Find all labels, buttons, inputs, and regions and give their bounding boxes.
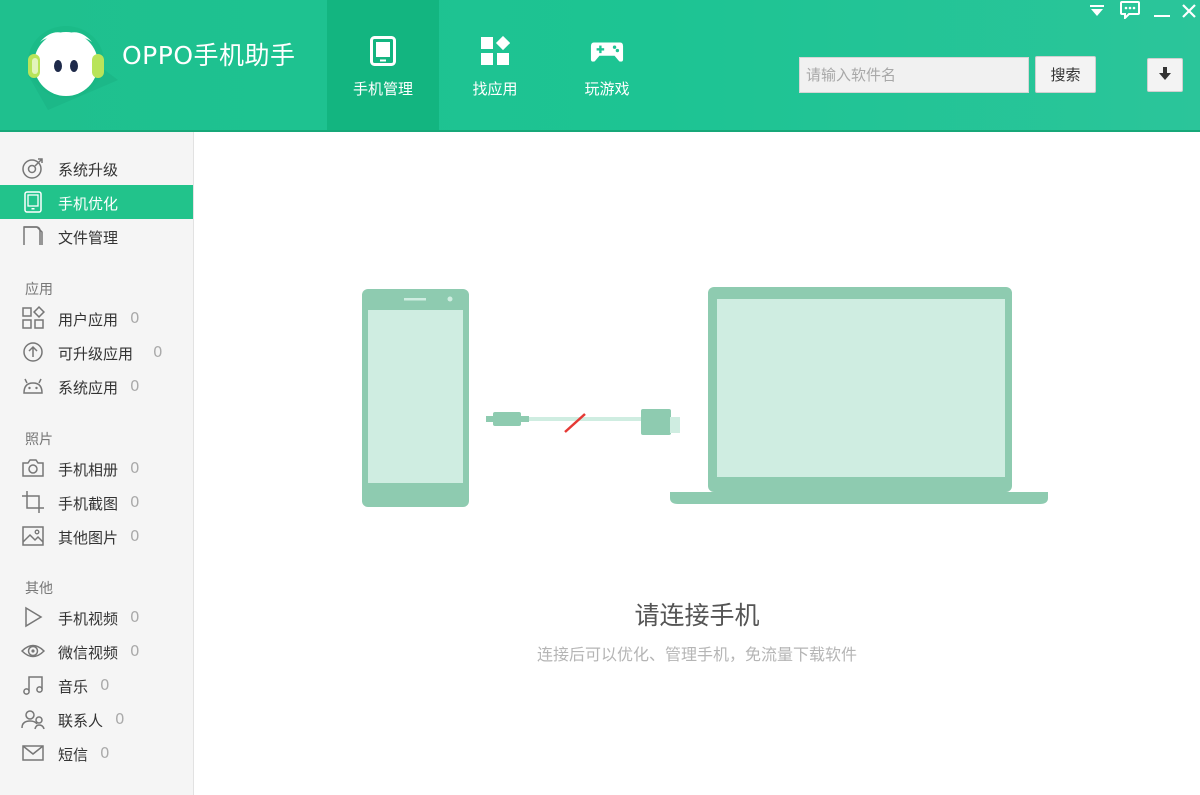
apps-grid-icon [478,34,512,68]
phone-illustration [362,289,469,507]
item-count: 0 [130,527,140,545]
sidebar-item-label: 可升级应用 [58,345,134,363]
cable-illustration [486,409,680,435]
item-count: 0 [130,459,140,477]
sidebar-item-user-apps[interactable]: 用户应用 0 [0,301,193,335]
sidebar-item-system-apps[interactable]: 系统应用 0 [0,369,193,403]
dropdown-menu-icon [1090,3,1104,22]
laptop-illustration [670,287,1048,504]
close-button[interactable] [1178,2,1200,22]
dropdown-menu-button[interactable] [1086,2,1108,22]
sidebar: 系统升级 手机优化 文件管理 应用 用户应用 0 可升级应用 0 系统应用 0 … [0,132,194,795]
sidebar-item-screenshots[interactable]: 手机截图 0 [0,485,193,519]
sidebar-item-phone-album[interactable]: 手机相册 0 [0,451,193,485]
user-apps-icon [21,306,45,330]
item-count: 0 [130,377,140,395]
eye-icon [21,639,45,663]
sidebar-item-label: 文件管理 [58,229,119,247]
item-count: 0 [130,309,140,327]
minimize-icon [1154,3,1170,22]
section-title-apps: 应用 [25,282,53,298]
tab-label: 玩游戏 [584,80,630,98]
sidebar-item-label: 系统应用 [58,379,119,397]
download-button[interactable] [1147,58,1183,92]
item-count: 0 [130,493,140,511]
crop-icon [21,490,45,514]
sidebar-item-label: 系统升级 [58,161,119,179]
sidebar-item-label: 其他图片 [58,529,119,547]
app-logo [18,20,118,110]
search-input[interactable] [799,57,1029,93]
sidebar-item-upgradable-apps[interactable]: 可升级应用 0 [0,335,193,369]
tab-phone-manage[interactable]: 手机管理 [327,0,439,130]
music-icon [21,673,45,697]
tab-label: 手机管理 [352,80,413,98]
sidebar-item-phone-optimize[interactable]: 手机优化 [0,185,193,219]
tab-label: 找应用 [472,80,518,98]
android-icon [21,374,45,398]
item-count: 0 [130,608,140,626]
item-count: 0 [153,343,163,361]
sidebar-item-sms[interactable]: 短信 0 [0,736,193,770]
connect-phone-subtitle: 连接后可以优化、管理手机，免流量下载软件 [536,645,857,664]
sidebar-item-file-manage[interactable]: 文件管理 [0,219,193,253]
minimize-button[interactable] [1151,2,1173,22]
tab-find-apps[interactable]: 找应用 [439,0,551,130]
contacts-icon [21,707,45,731]
sidebar-item-label: 联系人 [58,712,104,730]
gamepad-icon [590,34,624,68]
sidebar-item-label: 手机视频 [58,610,119,628]
phone-icon [366,34,400,68]
main-content: 请连接手机 连接后可以优化、管理手机，免流量下载软件 [194,132,1200,795]
feedback-button[interactable] [1119,1,1141,23]
image-icon [21,524,45,548]
sidebar-item-label: 手机相册 [58,461,119,479]
sidebar-item-wechat-video[interactable]: 微信视频 0 [0,634,193,668]
title-bar: OPPO手机助手 手机管理 找应用 玩游戏 请输入软件名 搜索 [0,0,1200,132]
item-count: 0 [130,642,140,660]
sidebar-item-label: 微信视频 [58,644,119,662]
connect-phone-title: 请连接手机 [634,601,760,630]
mail-icon [21,741,45,765]
sidebar-item-label: 音乐 [58,678,89,696]
item-count: 0 [115,710,125,728]
feedback-icon [1120,1,1140,23]
app-title: OPPO手机助手 [122,41,296,70]
sidebar-item-system-upgrade[interactable]: 系统升级 [0,151,193,185]
camera-icon [21,456,45,480]
sidebar-item-label: 短信 [58,746,89,764]
section-title-others: 其他 [25,581,53,597]
folder-icon [21,224,45,248]
sidebar-item-label: 手机截图 [58,495,119,513]
download-arrow-icon [1159,66,1171,85]
item-count: 0 [100,744,110,762]
sidebar-item-music[interactable]: 音乐 0 [0,668,193,702]
main-nav: 手机管理 找应用 玩游戏 [327,0,663,130]
close-icon [1182,3,1196,22]
search-button[interactable]: 搜索 [1035,56,1096,93]
sidebar-item-contacts[interactable]: 联系人 0 [0,702,193,736]
sidebar-item-label: 手机优化 [58,195,119,213]
play-icon [21,605,45,629]
sidebar-item-label: 用户应用 [58,311,119,329]
sidebar-item-phone-video[interactable]: 手机视频 0 [0,600,193,634]
section-title-photos: 照片 [25,432,53,448]
upgradable-apps-icon [21,340,45,364]
item-count: 0 [100,676,110,694]
phone-optimize-icon [21,190,45,214]
sidebar-item-other-images[interactable]: 其他图片 0 [0,519,193,553]
system-upgrade-icon [21,156,45,180]
connect-phone-illustration [362,287,1048,507]
tab-play-games[interactable]: 玩游戏 [551,0,663,130]
